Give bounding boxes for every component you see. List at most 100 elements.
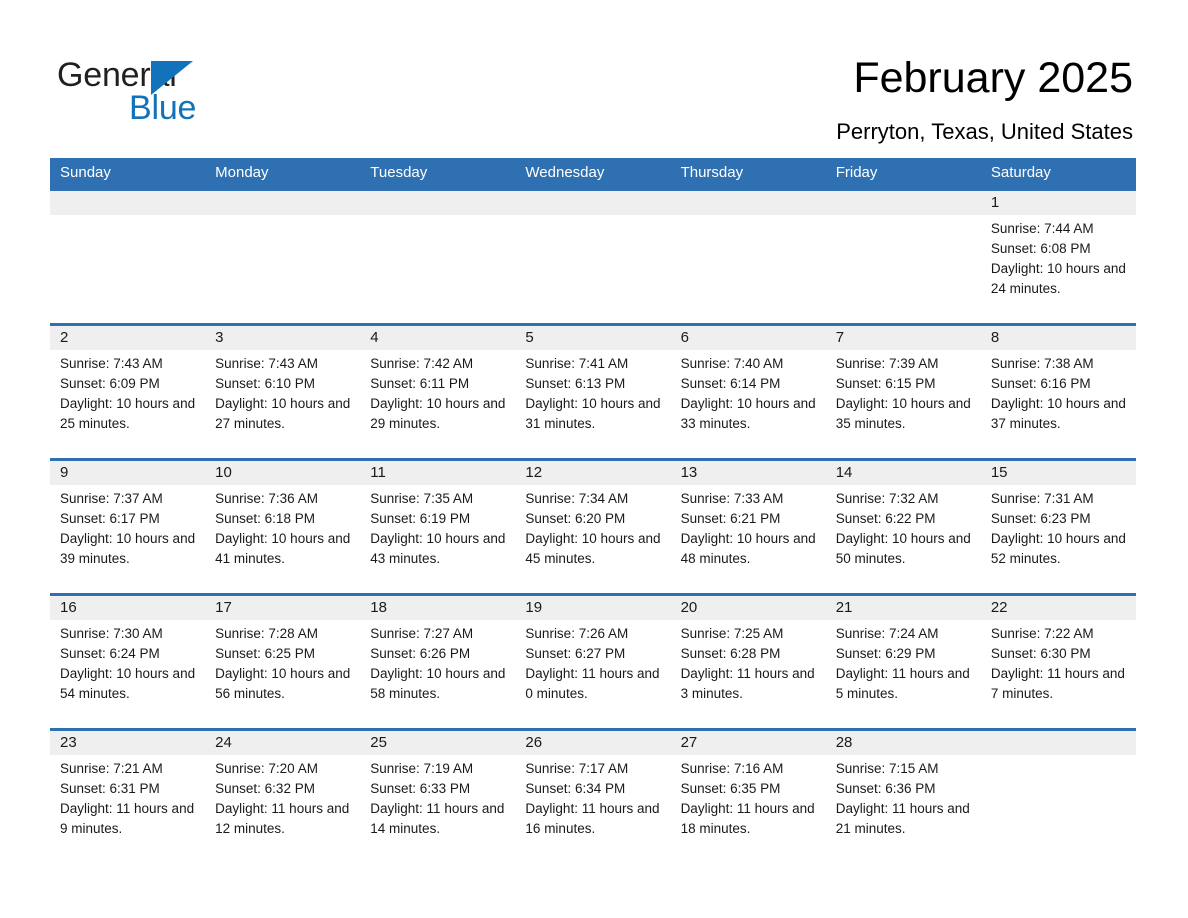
sunset-text: Sunset: 6:14 PM xyxy=(680,376,781,391)
sunset-text: Sunset: 6:10 PM xyxy=(215,376,315,391)
sunset-text: Sunset: 6:31 PM xyxy=(60,781,160,796)
day-details: Sunrise: 7:28 AM Sunset: 6:25 PM Daylight:… xyxy=(205,620,360,704)
sunset-text: Sunset: 6:08 PM xyxy=(990,241,1091,256)
sunrise-text: Sunrise: 7:43 AM xyxy=(60,356,163,371)
daylight-text: Daylight: 10 hours and 37 minutes. xyxy=(990,396,1126,431)
calendar-day-cell[interactable]: 27 Sunrise: 7:16 AM Sunset: 6:35 PM Dayligh… xyxy=(670,731,826,863)
calendar-day-cell[interactable]: 8 Sunrise: 7:38 AM Sunset: 6:16 PM Daylight… xyxy=(980,326,1136,458)
day-number: 20 xyxy=(670,596,826,620)
daylight-text: Daylight: 11 hours and 21 minutes. xyxy=(835,801,970,836)
calendar-day-cell-empty xyxy=(360,191,516,323)
sunset-text: Sunset: 6:27 PM xyxy=(525,646,626,661)
calendar-day-cell[interactable]: 4 Sunrise: 7:42 AM Sunset: 6:11 PM Daylight… xyxy=(360,326,516,458)
day-details: Sunrise: 7:44 AM Sunset: 6:08 PM Daylight:… xyxy=(981,215,1136,299)
calendar-week-row: 1 Sunrise: 7:44 AM Sunset: 6:08 PM Daylight… xyxy=(50,188,1136,323)
day-details: Sunrise: 7:26 AM Sunset: 6:27 PM Daylight:… xyxy=(515,620,670,704)
day-details: Sunrise: 7:42 AM Sunset: 6:11 PM Daylight:… xyxy=(360,350,515,434)
calendar-day-cell[interactable]: 16 Sunrise: 7:30 AM Sunset: 6:24 PM Dayligh… xyxy=(50,596,206,728)
sunset-text: Sunset: 6:16 PM xyxy=(990,376,1091,391)
sunset-text: Sunset: 6:24 PM xyxy=(60,646,160,661)
day-details: Sunrise: 7:35 AM Sunset: 6:19 PM Daylight:… xyxy=(360,485,515,569)
day-number: 5 xyxy=(515,326,671,350)
day-number: 10 xyxy=(205,461,361,485)
calendar-day-cell[interactable]: 11 Sunrise: 7:35 AM Sunset: 6:19 PM Dayligh… xyxy=(360,461,516,593)
calendar-day-cell[interactable]: 23 Sunrise: 7:21 AM Sunset: 6:31 PM Dayligh… xyxy=(50,731,206,863)
calendar-day-cell[interactable]: 6 Sunrise: 7:40 AM Sunset: 6:14 PM Daylight… xyxy=(670,326,826,458)
day-details: Sunrise: 7:32 AM Sunset: 6:22 PM Daylight:… xyxy=(826,485,981,569)
daylight-text: Daylight: 11 hours and 3 minutes. xyxy=(680,666,815,701)
calendar-day-cell[interactable]: 18 Sunrise: 7:27 AM Sunset: 6:26 PM Dayligh… xyxy=(360,596,516,728)
day-details: Sunrise: 7:20 AM Sunset: 6:32 PM Daylight:… xyxy=(205,755,360,839)
calendar-day-cell-empty xyxy=(670,191,826,323)
day-number: 6 xyxy=(670,326,826,350)
calendar-day-cell[interactable]: 14 Sunrise: 7:32 AM Sunset: 6:22 PM Dayligh… xyxy=(825,461,981,593)
sunset-text: Sunset: 6:25 PM xyxy=(215,646,315,661)
sunset-text: Sunset: 6:32 PM xyxy=(215,781,315,796)
daylight-text: Daylight: 10 hours and 56 minutes. xyxy=(215,666,351,701)
sunrise-text: Sunrise: 7:25 AM xyxy=(680,626,784,641)
calendar-day-cell[interactable]: 10 Sunrise: 7:36 AM Sunset: 6:18 PM Dayligh… xyxy=(205,461,361,593)
calendar-day-cell[interactable]: 9 Sunrise: 7:37 AM Sunset: 6:17 PM Daylight… xyxy=(50,461,206,593)
day-details: Sunrise: 7:37 AM Sunset: 6:17 PM Daylight:… xyxy=(50,485,205,569)
daylight-text: Daylight: 11 hours and 14 minutes. xyxy=(370,801,505,836)
day-number: 7 xyxy=(825,326,981,350)
calendar-day-cell-empty xyxy=(515,191,671,323)
day-number: 16 xyxy=(50,596,206,620)
day-number xyxy=(205,191,361,215)
sunrise-text: Sunrise: 7:38 AM xyxy=(990,356,1094,371)
day-number: 17 xyxy=(205,596,361,620)
calendar-day-cell[interactable]: 5 Sunrise: 7:41 AM Sunset: 6:13 PM Daylight… xyxy=(515,326,671,458)
day-number: 4 xyxy=(360,326,516,350)
sunrise-text: Sunrise: 7:22 AM xyxy=(990,626,1094,641)
sunset-text: Sunset: 6:26 PM xyxy=(370,646,471,661)
calendar-day-cell[interactable]: 13 Sunrise: 7:33 AM Sunset: 6:21 PM Dayligh… xyxy=(670,461,826,593)
daylight-text: Daylight: 10 hours and 29 minutes. xyxy=(370,396,506,431)
weekday-header-sunday: Sunday xyxy=(60,164,111,181)
sunset-text: Sunset: 6:19 PM xyxy=(370,511,471,526)
calendar-day-cell[interactable]: 7 Sunrise: 7:39 AM Sunset: 6:15 PM Daylight… xyxy=(825,326,981,458)
sunset-text: Sunset: 6:29 PM xyxy=(835,646,936,661)
calendar-day-cell[interactable]: 15 Sunrise: 7:31 AM Sunset: 6:23 PM Dayligh… xyxy=(980,461,1136,593)
page-subtitle: Perryton, Texas, United States xyxy=(836,119,1133,144)
weekday-header-row: Sunday Monday Tuesday Wednesday Thursday Frid… xyxy=(50,158,1136,188)
calendar-day-cell[interactable]: 2 Sunrise: 7:43 AM Sunset: 6:09 PM Daylight… xyxy=(50,326,206,458)
calendar-day-cell[interactable]: 28 Sunrise: 7:15 AM Sunset: 6:36 PM Dayligh… xyxy=(825,731,981,863)
calendar-day-cell[interactable]: 1 Sunrise: 7:44 AM Sunset: 6:08 PM Daylight… xyxy=(980,191,1136,323)
sunrise-text: Sunrise: 7:19 AM xyxy=(370,761,474,776)
sunset-text: Sunset: 6:34 PM xyxy=(525,781,626,796)
sunset-text: Sunset: 6:21 PM xyxy=(680,511,781,526)
calendar-day-cell[interactable]: 21 Sunrise: 7:24 AM Sunset: 6:29 PM Dayligh… xyxy=(825,596,981,728)
sunset-text: Sunset: 6:17 PM xyxy=(60,511,160,526)
daylight-text: Daylight: 10 hours and 50 minutes. xyxy=(835,531,971,566)
weekday-header-wednesday: Wednesday xyxy=(525,164,605,181)
sunrise-text: Sunrise: 7:33 AM xyxy=(680,491,784,506)
calendar-day-cell[interactable]: 19 Sunrise: 7:26 AM Sunset: 6:27 PM Dayligh… xyxy=(515,596,671,728)
day-number: 19 xyxy=(515,596,671,620)
daylight-text: Daylight: 10 hours and 58 minutes. xyxy=(370,666,506,701)
daylight-text: Daylight: 10 hours and 35 minutes. xyxy=(835,396,971,431)
calendar-day-cell[interactable]: 3 Sunrise: 7:43 AM Sunset: 6:10 PM Daylight… xyxy=(205,326,361,458)
calendar-day-cell[interactable]: 22 Sunrise: 7:22 AM Sunset: 6:30 PM Dayligh… xyxy=(980,596,1136,728)
day-details: Sunrise: 7:43 AM Sunset: 6:10 PM Daylight:… xyxy=(205,350,360,434)
calendar-day-cell[interactable]: 12 Sunrise: 7:34 AM Sunset: 6:20 PM Dayligh… xyxy=(515,461,671,593)
sunrise-text: Sunrise: 7:17 AM xyxy=(525,761,629,776)
sunset-text: Sunset: 6:09 PM xyxy=(60,376,160,391)
generalblue-logo[interactable]: General Blue xyxy=(57,55,267,127)
calendar-day-cell[interactable]: 17 Sunrise: 7:28 AM Sunset: 6:25 PM Dayligh… xyxy=(205,596,361,728)
day-details: Sunrise: 7:15 AM Sunset: 6:36 PM Daylight:… xyxy=(826,755,981,839)
calendar-day-cell[interactable]: 25 Sunrise: 7:19 AM Sunset: 6:33 PM Dayligh… xyxy=(360,731,516,863)
sunrise-text: Sunrise: 7:15 AM xyxy=(835,761,939,776)
daylight-text: Daylight: 11 hours and 0 minutes. xyxy=(525,666,660,701)
day-number: 15 xyxy=(980,461,1136,485)
sunrise-text: Sunrise: 7:43 AM xyxy=(215,356,318,371)
sunrise-text: Sunrise: 7:32 AM xyxy=(835,491,939,506)
calendar-day-cell[interactable]: 20 Sunrise: 7:25 AM Sunset: 6:28 PM Dayligh… xyxy=(670,596,826,728)
day-details: Sunrise: 7:39 AM Sunset: 6:15 PM Daylight:… xyxy=(826,350,981,434)
day-details: Sunrise: 7:34 AM Sunset: 6:20 PM Daylight:… xyxy=(515,485,670,569)
daylight-text: Daylight: 11 hours and 16 minutes. xyxy=(525,801,660,836)
daylight-text: Daylight: 10 hours and 39 minutes. xyxy=(60,531,196,566)
calendar-day-cell[interactable]: 24 Sunrise: 7:20 AM Sunset: 6:32 PM Dayligh… xyxy=(205,731,361,863)
day-details: Sunrise: 7:40 AM Sunset: 6:14 PM Daylight:… xyxy=(671,350,826,434)
calendar-day-cell[interactable]: 26 Sunrise: 7:17 AM Sunset: 6:34 PM Dayligh… xyxy=(515,731,671,863)
sunset-text: Sunset: 6:18 PM xyxy=(215,511,315,526)
